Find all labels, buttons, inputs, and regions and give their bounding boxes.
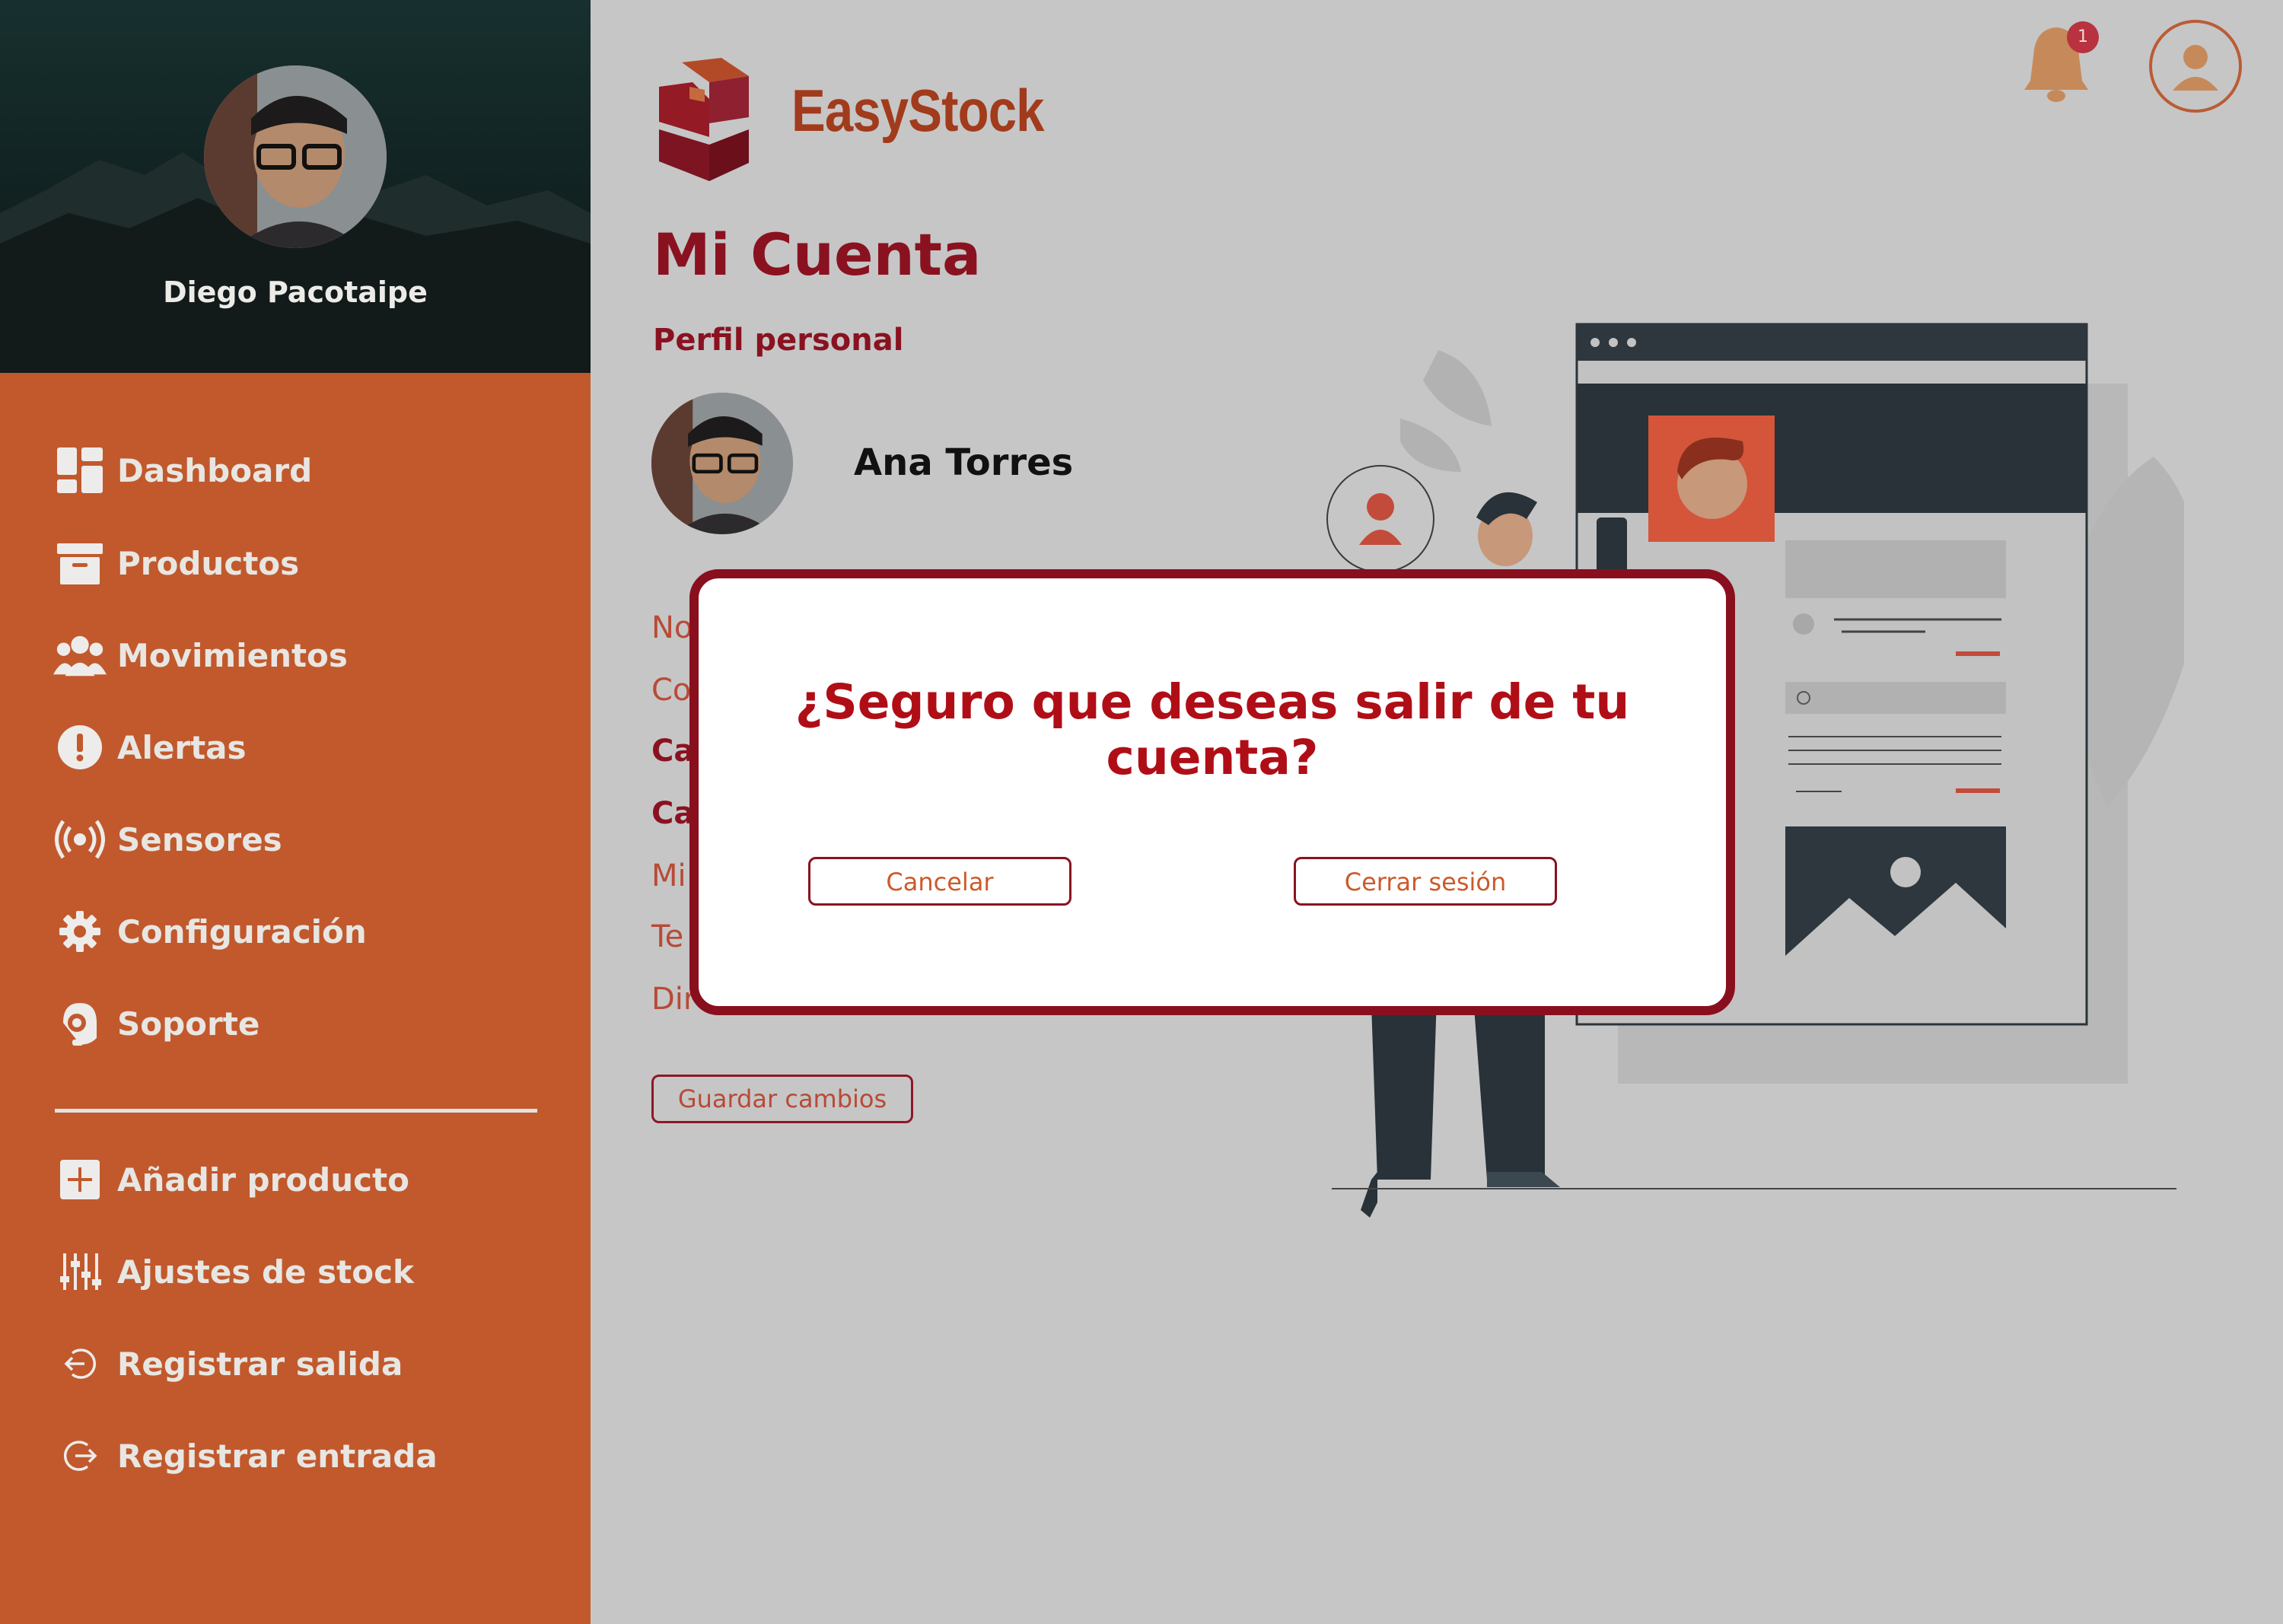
user-menu-button[interactable] (2149, 20, 2242, 113)
enter-icon (53, 1429, 107, 1482)
nav-label: Registrar entrada (117, 1437, 438, 1475)
nav-label: Ajustes de stock (117, 1253, 414, 1291)
nav-label: Productos (117, 544, 300, 582)
nav-item-registrar-entrada[interactable]: Registrar entrada (53, 1425, 438, 1486)
nav-item-registrar-salida[interactable]: Registrar salida (53, 1333, 403, 1394)
field-label-nombre: No (651, 610, 693, 645)
nav-label: Movimientos (117, 636, 348, 674)
field-label-telefono: Te (651, 919, 684, 954)
nav-label: Soporte (117, 1005, 260, 1043)
section-title: Perfil personal (653, 323, 904, 358)
box-icon (53, 537, 107, 590)
sidebar-divider (55, 1109, 537, 1113)
nav-label: Registrar salida (117, 1345, 403, 1383)
nav-item-productos[interactable]: Productos (53, 533, 299, 594)
nav-item-soporte[interactable]: Soporte (53, 993, 260, 1054)
logout-button[interactable]: Cerrar sesión (1294, 857, 1557, 906)
nav-item-movimientos[interactable]: Movimientos (53, 625, 348, 686)
user-icon (2173, 45, 2218, 91)
notification-badge: 1 (2067, 21, 2099, 53)
users-icon (53, 629, 107, 682)
field-label-cargo: Ca (651, 734, 695, 769)
page-title: Mi Cuenta (653, 221, 982, 288)
account-name: Ana Torres (854, 441, 1074, 484)
easystock-logo (659, 58, 749, 181)
nav-item-ajustes-stock[interactable]: Ajustes de stock (53, 1241, 414, 1302)
nav-label: Alertas (117, 728, 247, 766)
nav-item-alertas[interactable]: Alertas (53, 717, 247, 778)
account-avatar[interactable] (651, 393, 793, 534)
sidebar: Diego Pacotaipe Dashboard Productos Movi… (0, 0, 591, 1624)
cancel-button[interactable]: Cancelar (808, 857, 1071, 906)
modal-question: ¿Seguro que deseas salir de tu cuenta? (794, 674, 1630, 785)
dashboard-icon (53, 444, 107, 497)
nav-label: Sensores (117, 820, 282, 858)
sensor-icon (53, 813, 107, 866)
nav-item-anadir-producto[interactable]: Añadir producto (53, 1149, 409, 1210)
nav-item-sensores[interactable]: Sensores (53, 809, 282, 870)
nav-label: Añadir producto (117, 1161, 409, 1199)
plus-icon (53, 1153, 107, 1206)
nav-label: Dashboard (117, 451, 313, 489)
nav-label: Configuración (117, 912, 367, 951)
gear-icon (53, 905, 107, 958)
save-changes-button[interactable]: Guardar cambios (651, 1075, 913, 1123)
nav-item-configuracion[interactable]: Configuración (53, 901, 367, 962)
brand-name: EasyStock (791, 77, 1044, 144)
sidebar-username: Diego Pacotaipe (163, 275, 428, 309)
logout-confirm-modal: ¿Seguro que deseas salir de tu cuenta? C… (689, 569, 1735, 1015)
field-label-cambiar: Ca (651, 796, 695, 831)
sliders-icon (53, 1245, 107, 1298)
sidebar-avatar[interactable] (204, 65, 387, 248)
exit-icon (53, 1337, 107, 1390)
alert-icon (53, 721, 107, 774)
nav-item-dashboard[interactable]: Dashboard (53, 440, 312, 501)
field-label-correo: Co (651, 673, 692, 708)
headset-icon (53, 997, 107, 1050)
field-label-mi: Mi (651, 858, 686, 893)
profile-header: Diego Pacotaipe (0, 0, 591, 373)
